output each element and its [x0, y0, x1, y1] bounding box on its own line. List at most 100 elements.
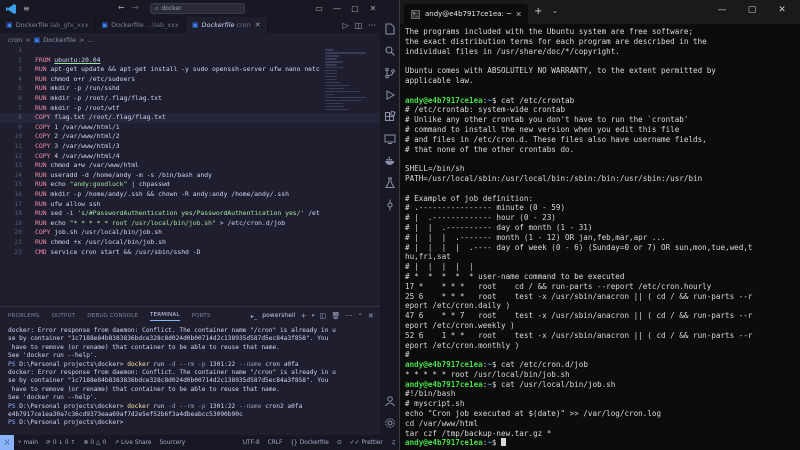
tab-dockerfile-2[interactable]: ▣ Dockerfile ...\lab_xxx [96, 17, 186, 33]
shell-segment: # | | .---------- day of month (1 - 31) [405, 222, 593, 232]
maximize-icon[interactable]: ▢ [346, 0, 364, 17]
terminal-tab[interactable]: >_ andy@e4b7917ce1ea: ~ ✕ [404, 4, 528, 24]
kill-terminal-icon[interactable]: 🗑 [331, 312, 340, 320]
shell-segment: eport /etc/cron.monthly ) [405, 340, 520, 350]
close-terminal-tab-icon[interactable]: ✕ [515, 10, 522, 19]
maximize-panel-icon[interactable]: ⌃ [358, 313, 363, 320]
code-segment: COPY [35, 142, 55, 150]
extensions-icon[interactable] [384, 111, 396, 123]
shell-segment: # | | | .------- month (1 - 12) OR jan,f… [405, 232, 666, 242]
layout-icon[interactable]: ▭ [310, 0, 328, 17]
shell-segment: eport /etc/cron.daily ) [405, 301, 511, 311]
terminal-segment: run [153, 402, 169, 410]
remote-explorer-icon[interactable] [384, 133, 396, 145]
code-segment: echo [50, 180, 70, 189]
terminal-maximize-icon[interactable]: ▢ [742, 5, 762, 15]
breadcrumb-folder[interactable]: cron [8, 36, 22, 44]
docker-view-icon[interactable] [384, 155, 396, 167]
code-segment: 3 /var/www/html/3 [54, 142, 120, 150]
settings-gear-icon[interactable] [384, 417, 396, 429]
tab-output[interactable]: OUTPUT [52, 313, 76, 319]
breadcrumb: cron > ▣ Dockerfile > ... [0, 33, 380, 46]
explorer-icon[interactable] [384, 23, 396, 35]
minimize-icon[interactable]: — [328, 0, 346, 17]
status-branch[interactable]: ⑂ main [14, 440, 42, 446]
terminal-dropdown-icon[interactable]: ▾ [312, 313, 315, 319]
search-view-icon[interactable] [384, 45, 396, 57]
code-segment: apt-get update && apt-get install -y sud… [50, 65, 320, 74]
shell-segment: applicable law. [405, 75, 474, 85]
more-icon[interactable]: ··· [345, 312, 352, 320]
split-editor-icon[interactable]: ◫ [355, 21, 363, 30]
run-debug-icon[interactable] [384, 89, 396, 101]
tab-terminal[interactable]: TERMINAL [150, 312, 180, 321]
code-editor[interactable]: 1 2 FROM ubuntu:20.04 3 RUN apt-get update &… [0, 46, 380, 306]
more-actions-icon[interactable]: ··· [368, 21, 376, 30]
status-encoding[interactable]: UTF-8 [239, 440, 264, 446]
minimap-line [325, 90, 362, 93]
tab-dockerfile-cron[interactable]: ▣ Dockerfile cron ✕ [185, 17, 268, 33]
code-segment: COPY [35, 113, 55, 122]
code-segment: COPY [35, 151, 55, 160]
nav-forward-icon[interactable]: → [132, 3, 139, 12]
close-window-icon[interactable]: ✕ [364, 0, 382, 17]
status-eol[interactable]: CRLF [264, 440, 287, 446]
shell-line: andy@e4b7917ce1ea:~$ cat /usr/local/bin/… [405, 380, 797, 390]
terminal-minimize-icon[interactable]: — [712, 5, 732, 15]
code-text: COPY 2 /var/www/html/2 [35, 132, 120, 142]
status-sync[interactable]: ⟳ 0 ↓ 0 ↑ [42, 440, 79, 446]
activity-bar [380, 17, 400, 435]
shell-segment: # that none of the other crontabs do. [405, 144, 575, 154]
shell-line: # | .------------- hour (0 - 23) [405, 213, 797, 223]
split-terminal-icon[interactable]: ◫ [319, 312, 326, 320]
branch-name: main [23, 439, 38, 446]
terminal-output[interactable]: The programs included with the Ubuntu sy… [405, 27, 797, 447]
testing-icon[interactable] [384, 177, 396, 189]
tab-dockerfile-1[interactable]: ▣ Dockerfile lab_gfx_xxx [0, 17, 96, 33]
shell-line: echo "Cron job executed at $(date)" >> /… [405, 409, 797, 419]
run-icon[interactable]: ▷ [343, 21, 349, 30]
close-tab-icon[interactable]: ✕ [255, 21, 261, 29]
status-live-share[interactable]: ↗ Live Share [110, 440, 155, 446]
integrated-terminal-output[interactable]: docker: Error response from daemon: Conf… [8, 327, 374, 428]
status-ports[interactable]: ⊙ [333, 440, 346, 446]
code-segment: COPY [35, 122, 55, 131]
remote-indicator-icon[interactable]: ⟩⟨ [0, 435, 14, 450]
source-control-icon[interactable] [384, 67, 396, 79]
shell-line: andy@e4b7917ce1ea:~$ cat /etc/crontab [405, 96, 797, 106]
terminal-line: se by container "1c7188e84b8383836bdce32… [8, 335, 374, 343]
minimap-line [325, 108, 349, 111]
code-segment: chmod o+r /etc/sudoers [50, 74, 136, 83]
nav-back-icon[interactable]: ← [118, 3, 125, 12]
terminal-line: docker: Error response from daemon: Conf… [8, 369, 374, 377]
shell-line: the exact distribution terms for each pr… [405, 37, 797, 47]
minimap-line [325, 72, 338, 75]
code-line: 18 RUN sed -i 's/#PasswordAuthentication … [0, 209, 380, 219]
terminal-close-icon[interactable]: ✕ [772, 5, 792, 15]
status-language[interactable]: {} Dockerfile [286, 440, 333, 446]
tab-problems[interactable]: PROBLEMS [8, 313, 40, 319]
breadcrumb-file[interactable]: Dockerfile [43, 36, 76, 44]
tab-debug-console[interactable]: DEBUG CONSOLE [87, 313, 138, 319]
minimap[interactable] [325, 46, 375, 196]
terminal-line: PS D:\Personal projects\docker> docker r… [8, 361, 374, 369]
status-prettier[interactable]: ✓✓ Prettier [346, 440, 387, 446]
account-icon[interactable] [384, 395, 396, 407]
code-text: RUN chmod o+r /etc/sudoers [35, 75, 135, 85]
line-number: 21 [14, 238, 22, 246]
command-search-box[interactable]: ⌕ docker [150, 3, 245, 14]
menu-icon[interactable]: ≡ [23, 4, 30, 13]
new-tab-icon[interactable]: + [534, 6, 542, 17]
status-problems[interactable]: ⊗ 0 △ 0 [79, 440, 110, 446]
bottom-panel: PROBLEMS OUTPUT DEBUG CONSOLE TERMINAL P… [0, 306, 380, 435]
new-terminal-icon[interactable]: + [301, 312, 307, 320]
close-panel-icon[interactable]: ✕ [368, 312, 374, 320]
code-line: 4 RUN chmod o+r /etc/sudoers [0, 75, 380, 85]
tab-ports[interactable]: PORTS [192, 313, 211, 319]
terminal-label[interactable]: powershell [262, 313, 295, 319]
status-sourcery[interactable]: Sourcery [155, 440, 189, 446]
tab-dropdown-icon[interactable]: ⌄ [552, 7, 558, 15]
git-graph-icon[interactable] [384, 199, 396, 211]
breadcrumb-symbol[interactable]: ... [87, 36, 93, 44]
